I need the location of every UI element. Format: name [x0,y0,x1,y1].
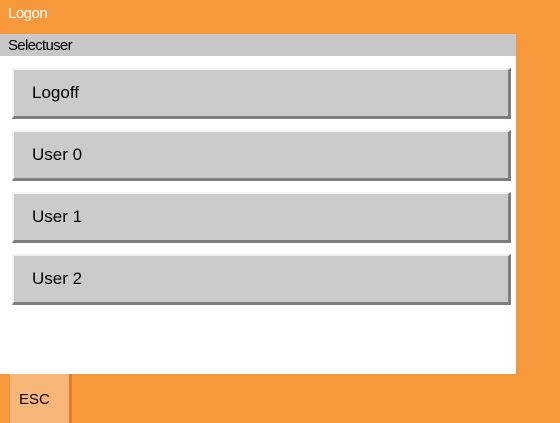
logoff-button[interactable]: Logoff [12,68,511,119]
user-0-button[interactable]: User 0 [12,130,511,181]
user-1-button-label: User 1 [32,207,83,226]
user-1-button[interactable]: User 1 [12,192,511,243]
esc-button-label: ESC [19,391,50,408]
subtitle-bar: Selectuser [0,34,516,56]
window-title: Logon [8,5,48,22]
user-0-button-label: User 0 [32,145,83,164]
subtitle-text: Selectuser [8,37,73,54]
user-2-button-label: User 2 [32,269,83,288]
logoff-button-label: Logoff [32,83,79,102]
content-panel: Selectuser Logoff User 0 User 1 User 2 [0,34,516,374]
user-list: Logoff User 0 User 1 User 2 [12,68,511,316]
user-2-button[interactable]: User 2 [12,254,511,305]
bottom-bar: ESC [0,374,560,423]
title-bar: Logon [0,0,516,34]
esc-button[interactable]: ESC [10,374,72,423]
